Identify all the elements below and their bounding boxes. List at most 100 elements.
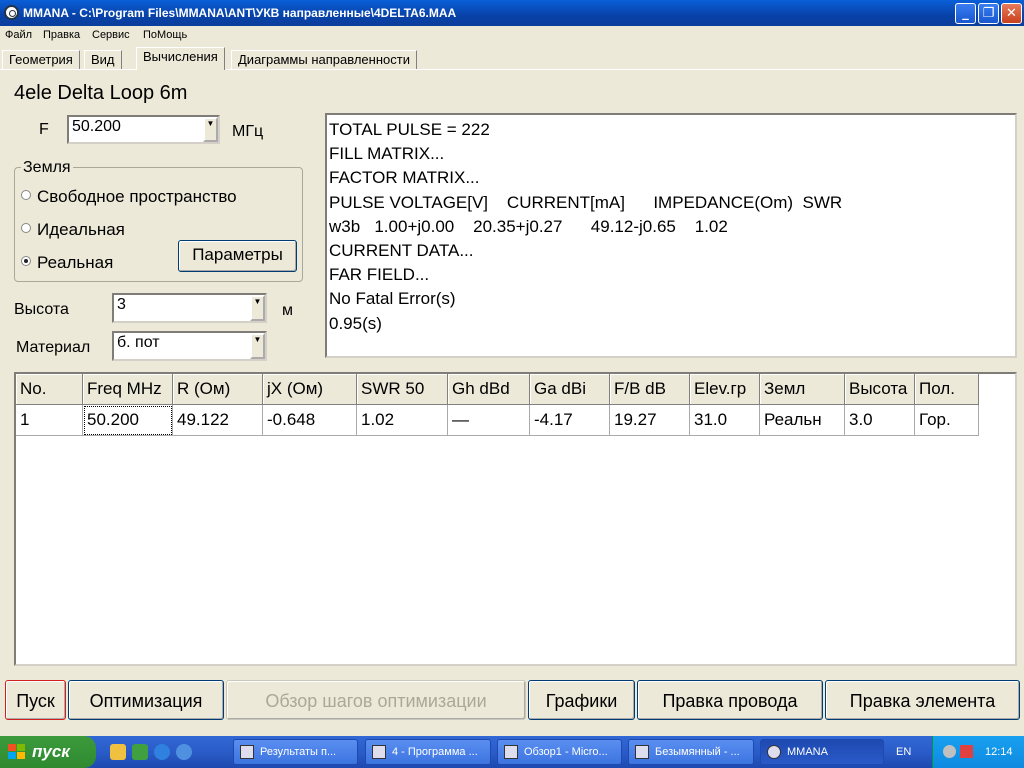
paint-icon [635,745,649,759]
menu-service[interactable]: Сервис [92,29,130,41]
frequency-dropdown-arrow-icon[interactable]: ▼ [203,117,218,142]
ground-real-radio[interactable]: Реальная [21,253,113,273]
tab-strip: Геометрия Вид Вычисления Диаграммы напра… [0,46,1024,70]
log-line: PULSE VOLTAGE[V] CURRENT[mA] IMPEDANCE(O… [329,192,843,212]
project-title: 4ele Delta Loop 6m [14,82,188,104]
col-header-ground[interactable]: Земл [760,374,845,405]
close-button[interactable]: ✕ [1001,3,1022,24]
tab-view[interactable]: Вид [84,50,122,70]
ground-perfect-label: Идеальная [37,220,125,239]
quicklaunch-browser-icon[interactable] [176,744,192,760]
calculation-log[interactable]: TOTAL PULSE = 222 FILL MATRIX... FACTOR MA… [325,113,1017,358]
mmana-icon [767,745,781,759]
col-header-r[interactable]: R (Ом) [173,374,263,405]
restore-button[interactable]: ❐ [978,3,999,24]
table-cell-height[interactable]: 3.0 [845,405,915,436]
task-paint[interactable]: Безымянный - ... [628,739,754,765]
task-program[interactable]: 4 - Программа ... [365,739,491,765]
col-header-no[interactable]: No. [16,374,83,405]
col-header-jx[interactable]: jX (Ом) [263,374,357,405]
start-menu-button[interactable]: пуск [0,736,96,768]
frequency-label: F [39,121,49,138]
height-dropdown-arrow-icon[interactable]: ▼ [250,295,265,321]
task-label: 4 - Программа ... [392,746,478,758]
menu-bar: Файл Правка Сервис ПоМощь [0,26,1024,46]
task-mmana[interactable]: MMANA [760,739,884,765]
table-cell-r[interactable]: 49.122 [173,405,263,436]
task-results[interactable]: Результаты п... [233,739,358,765]
network-icon[interactable] [943,745,956,758]
log-line: No Fatal Error(s) [329,289,456,309]
results-grid[interactable]: No. Freq MHz R (Ом) jX (Ом) SWR 50 Gh dB… [14,372,1017,666]
log-line: FAR FIELD... [329,265,430,285]
height-combo[interactable]: 3 ▼ [112,293,267,323]
frequency-combo[interactable]: 50.200 ▼ [67,115,220,144]
ground-perfect-radio[interactable]: Идеальная [21,220,125,240]
radio-circle-icon [21,223,31,233]
col-header-polarization[interactable]: Пол. [915,374,979,405]
ground-parameters-button[interactable]: Параметры [178,240,297,272]
task-label: MMANA [787,746,828,758]
menu-file[interactable]: Файл [5,29,32,41]
start-calculation-button[interactable]: Пуск [5,680,66,720]
image-icon [372,745,386,759]
log-line: CURRENT DATA... [329,241,474,261]
tab-geometry[interactable]: Геометрия [2,50,80,70]
optimize-button[interactable]: Оптимизация [68,680,224,720]
table-cell-elev[interactable]: 31.0 [690,405,760,436]
edit-element-button[interactable]: Правка элемента [825,680,1020,720]
title-bar[interactable]: MMANA - C:\Program Files\MMANA\ANT\УКВ н… [0,0,1024,26]
menu-help[interactable]: ПоМощь [143,29,187,41]
menu-edit[interactable]: Правка [43,29,80,41]
show-desktop-icon[interactable] [110,744,126,760]
task-label: Обзор1 - Micro... [524,746,608,758]
review-optimization-steps-button[interactable]: Обзор шагов оптимизации [226,680,526,720]
table-cell-ga[interactable]: -4.17 [530,405,610,436]
table-cell-polarization[interactable]: Гор. [915,405,979,436]
mmana-app-icon[interactable] [4,5,19,20]
table-cell-no[interactable]: 1 [16,405,83,436]
log-line: FACTOR MATRIX... [329,168,480,188]
ground-legend: Земля [21,159,73,177]
internet-explorer-icon[interactable] [154,744,170,760]
clock[interactable]: 12:14 [985,746,1013,758]
tab-patterns[interactable]: Диаграммы направленности [231,50,417,70]
windows-logo-icon [8,744,25,759]
task-label: Результаты п... [260,746,337,758]
start-label: пуск [32,742,70,761]
col-header-fb[interactable]: F/B dB [610,374,690,405]
tab-calculations[interactable]: Вычисления [136,47,225,70]
material-value: б. пот [117,334,160,351]
task-label: Безымянный - ... [655,746,740,758]
quicklaunch-app-icon[interactable] [132,744,148,760]
col-header-ga[interactable]: Ga dBi [530,374,610,405]
col-header-freq[interactable]: Freq MHz [83,374,173,405]
table-cell-fb[interactable]: 19.27 [610,405,690,436]
table-cell-ground[interactable]: Реальн [760,405,845,436]
frequency-unit: МГц [232,123,264,140]
col-header-height[interactable]: Высота [845,374,915,405]
table-cell-jx[interactable]: -0.648 [263,405,357,436]
col-header-gh[interactable]: Gh dBd [448,374,530,405]
material-combo[interactable]: б. пот ▼ [112,331,267,361]
security-alert-icon[interactable] [960,745,973,758]
task-word[interactable]: Обзор1 - Micro... [497,739,622,765]
word-icon [504,745,518,759]
table-cell-swr[interactable]: 1.02 [357,405,448,436]
log-line: 0.95(s) [329,313,382,333]
radio-selected-icon [21,256,31,266]
edit-wire-button[interactable]: Правка провода [637,680,823,720]
log-line: w3b 1.00+j0.00 20.35+j0.27 49.12-j0.65 1… [329,216,728,236]
table-cell-gh[interactable]: — [448,405,530,436]
action-bar: Пуск Оптимизация Обзор шагов оптимизации… [0,676,1024,724]
ground-free-space-radio[interactable]: Свободное пространство [21,187,237,207]
ground-real-label: Реальная [37,253,114,272]
minimize-button[interactable]: _ [955,3,976,24]
col-header-elev[interactable]: Elev.гр [690,374,760,405]
language-indicator[interactable]: EN [896,746,911,758]
system-tray: 12:14 [932,736,1024,768]
graphs-button[interactable]: Графики [528,680,635,720]
material-dropdown-arrow-icon[interactable]: ▼ [250,333,265,359]
col-header-swr[interactable]: SWR 50 [357,374,448,405]
table-cell-freq[interactable]: 50.200 [83,405,173,436]
